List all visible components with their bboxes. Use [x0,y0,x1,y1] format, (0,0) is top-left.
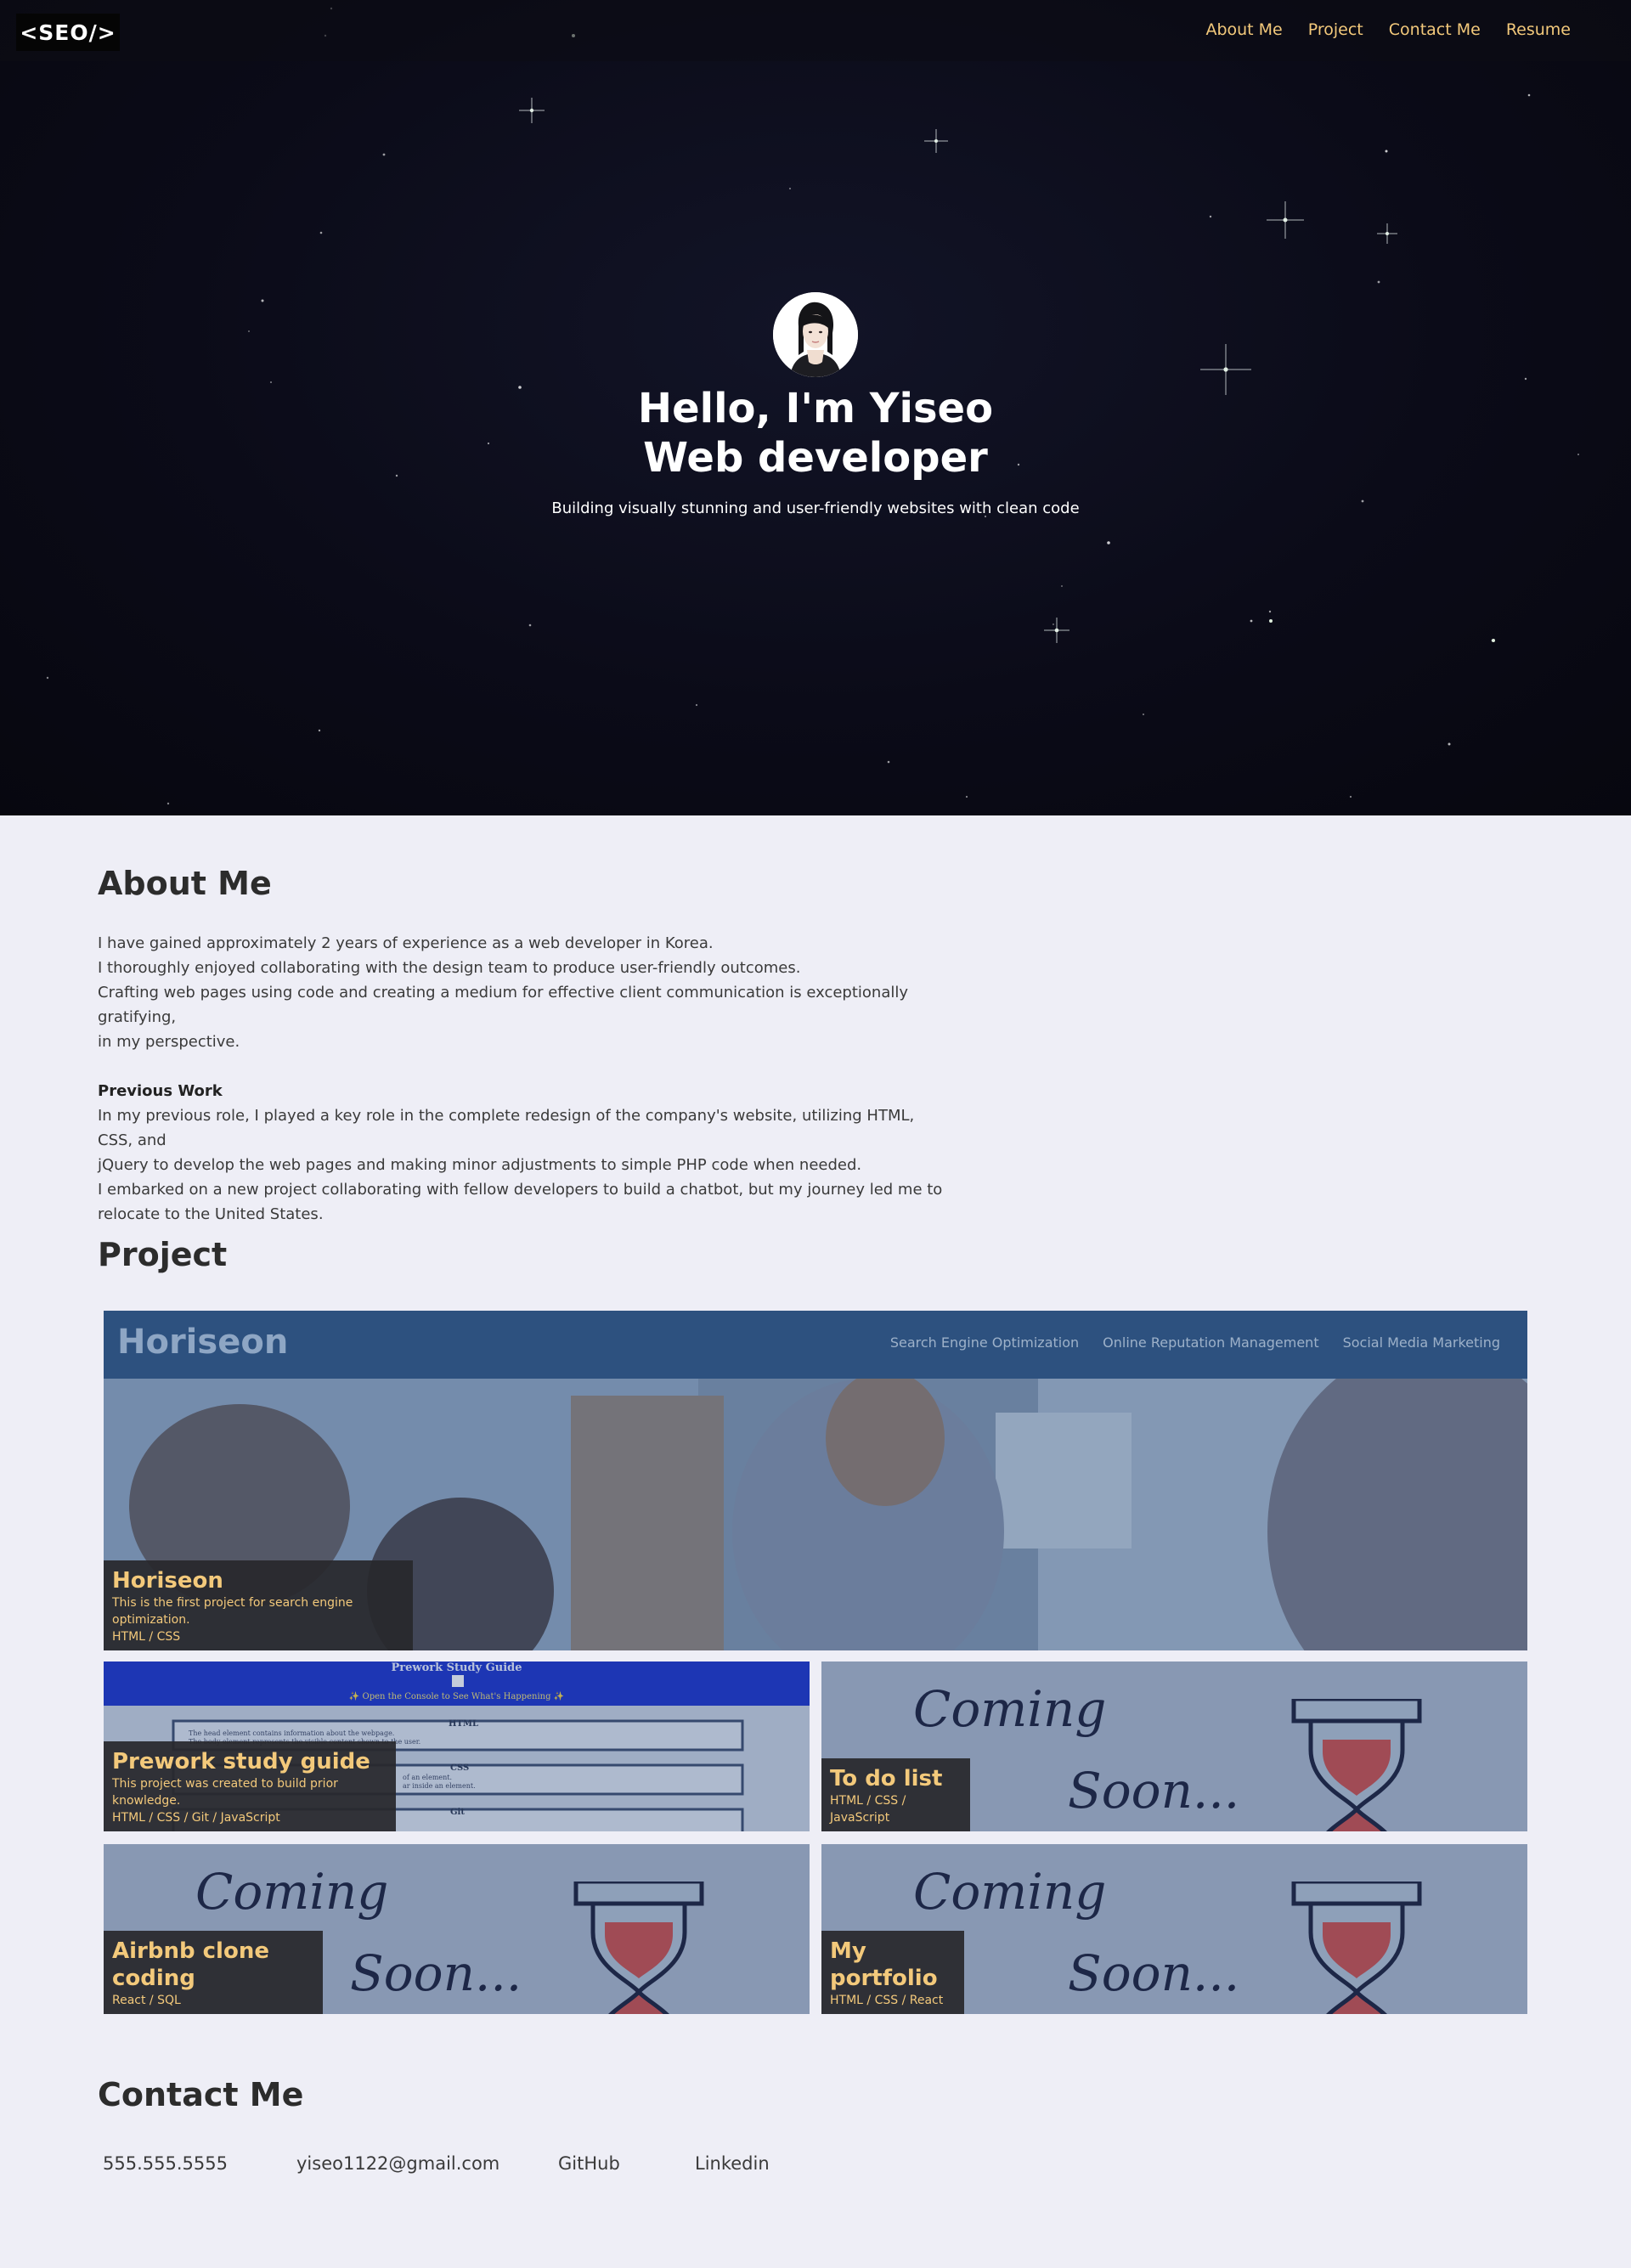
contact-linkedin-link[interactable]: Linkedin [695,2153,770,2174]
coming-soon-line2: Soon... [1068,1762,1240,1819]
hourglass-icon [1291,1699,1422,1831]
hero-title-line2: Web developer [643,434,988,482]
about-text: I have gained approximately 2 years of e… [98,931,947,1227]
horiseon-nav-item: Online Reputation Management [1103,1334,1319,1351]
coming-soon-line2: Soon... [350,1944,522,2002]
project-title: Airbnb clone coding [112,1938,269,1991]
top-navbar: <SEO/> About Me Project Contact Me Resum… [0,0,1631,61]
hourglass-icon [1291,1882,1422,2014]
contact-heading: Contact Me [98,2076,304,2113]
nav-link-resume[interactable]: Resume [1506,20,1571,39]
horiseon-nav-item: Search Engine Optimization [889,1334,1080,1351]
about-line: relocate to the United States. [98,1205,324,1223]
project-card-airbnb[interactable]: Coming Soon... Airbnb clone coding React… [104,1844,810,2014]
project-tech: React / SQL [112,1994,181,2007]
about-line: I thoroughly enjoyed collaborating with … [98,959,801,977]
nav-link-project[interactable]: Project [1308,20,1363,39]
about-line: I have gained approximately 2 years of e… [98,934,714,952]
horiseon-screenshot-brand: Horiseon [117,1323,289,1362]
project-tech: HTML / CSS [112,1630,181,1644]
contact-github-link[interactable]: GitHub [558,2153,620,2174]
project-title: My portfolio [830,1938,938,1991]
hero-title: Hello, I'm Yiseo Web developer [0,384,1631,482]
about-line: jQuery to develop the web pages and maki… [98,1156,862,1174]
hourglass-icon [573,1882,704,2014]
hero-subtitle: Building visually stunning and user-frie… [551,499,1080,517]
about-heading: About Me [98,865,272,902]
coming-soon-line1: Coming [913,1680,1107,1738]
project-caption: Horiseon This is the first project for s… [104,1560,413,1650]
project-heading: Project [98,1236,228,1273]
project-description: This is the first project for search eng… [112,1596,353,1627]
project-tech: HTML / CSS / JavaScript [830,1794,906,1825]
project-title: Prework study guide [112,1749,370,1774]
contact-email-link[interactable]: yiseo1122@gmail.com [296,2153,499,2174]
hero-section: <SEO/> About Me Project Contact Me Resum… [0,0,1631,815]
project-caption: To do list HTML / CSS / JavaScript [821,1758,970,1831]
about-line: Crafting web pages using code and creati… [98,984,909,1026]
about-line: In my previous role, I played a key role… [98,1107,915,1149]
horiseon-screenshot-nav: Search Engine Optimization Online Reputa… [890,1334,1500,1351]
about-line: in my perspective. [98,1033,240,1051]
hero-title-line1: Hello, I'm Yiseo [637,385,994,432]
previous-work-heading: Previous Work [98,1082,223,1100]
nav-link-contact-me[interactable]: Contact Me [1389,20,1481,39]
profile-photo [773,292,858,377]
profile-avatar [773,292,858,377]
project-caption: Prework study guide This project was cre… [104,1741,396,1831]
about-line: I embarked on a new project collaboratin… [98,1181,943,1199]
project-card-todo[interactable]: Coming Soon... To do list HTML / CSS / J… [821,1662,1527,1831]
coming-soon-line1: Coming [913,1863,1107,1921]
coming-soon-line1: Coming [195,1863,389,1921]
project-caption: My portfolio HTML / CSS / React [821,1931,964,2014]
project-card-portfolio[interactable]: Coming Soon... My portfolio HTML / CSS /… [821,1844,1527,2014]
coming-soon-line2: Soon... [1068,1944,1240,2002]
nav-links: About Me Project Contact Me Resume [1205,20,1571,39]
project-title: Horiseon [112,1568,223,1594]
project-card-horiseon[interactable]: Horiseon Search Engine Optimization Onli… [104,1311,1527,1650]
project-tech: HTML / CSS / React [830,1994,944,2007]
project-tech: HTML / CSS / Git / JavaScript [112,1811,280,1825]
horiseon-nav-item: Social Media Marketing [1342,1334,1500,1351]
site-logo[interactable]: <SEO/> [16,14,120,51]
project-description: This project was created to build prior … [112,1777,338,1808]
project-title: To do list [830,1766,943,1791]
contact-phone-link[interactable]: 555.555.5555 [103,2153,228,2174]
project-card-prework[interactable]: Prework Study Guide ✨ Open the Console t… [104,1662,810,1831]
nav-link-about-me[interactable]: About Me [1205,20,1282,39]
project-caption: Airbnb clone coding React / SQL [104,1931,323,2014]
